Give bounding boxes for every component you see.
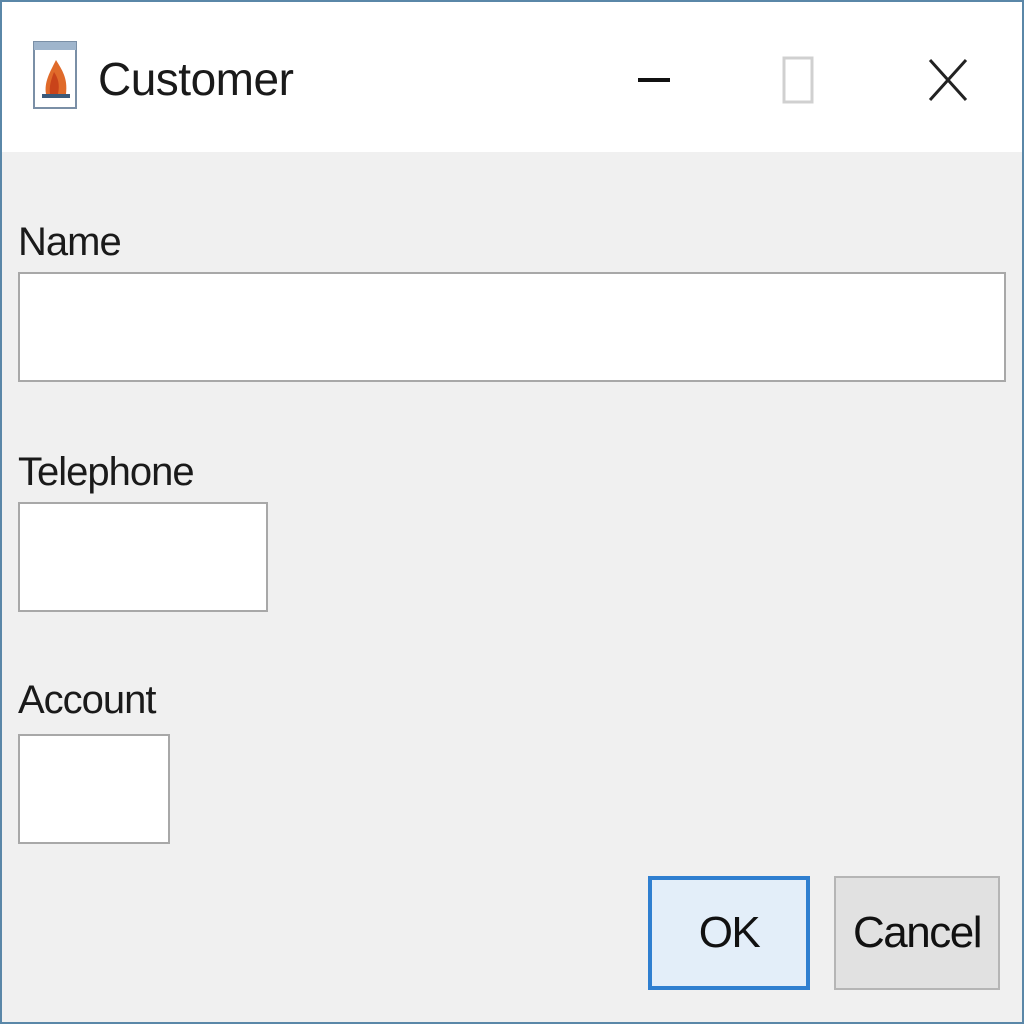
- title-bar[interactable]: Customer: [2, 2, 1022, 152]
- account-label: Account: [18, 678, 157, 722]
- telephone-field[interactable]: [18, 502, 268, 612]
- name-label: Name: [18, 220, 122, 264]
- maximize-icon: [778, 54, 818, 111]
- close-icon: [926, 56, 970, 109]
- cancel-button[interactable]: Cancel: [834, 876, 1000, 990]
- name-field[interactable]: [18, 272, 1006, 382]
- window-title: Customer: [98, 53, 294, 105]
- minimize-icon: [634, 60, 674, 105]
- java-app-icon: [32, 38, 80, 110]
- ok-button-label: OK: [698, 908, 761, 957]
- telephone-label: Telephone: [18, 450, 195, 494]
- close-button[interactable]: [908, 42, 988, 122]
- cancel-button-label: Cancel: [853, 908, 982, 957]
- maximize-button[interactable]: [758, 42, 838, 122]
- ok-button[interactable]: OK: [648, 876, 810, 990]
- account-field[interactable]: [18, 734, 170, 844]
- minimize-button[interactable]: [614, 42, 694, 122]
- customer-dialog: Customer Name Telephone Account OK Cance…: [0, 0, 1024, 1024]
